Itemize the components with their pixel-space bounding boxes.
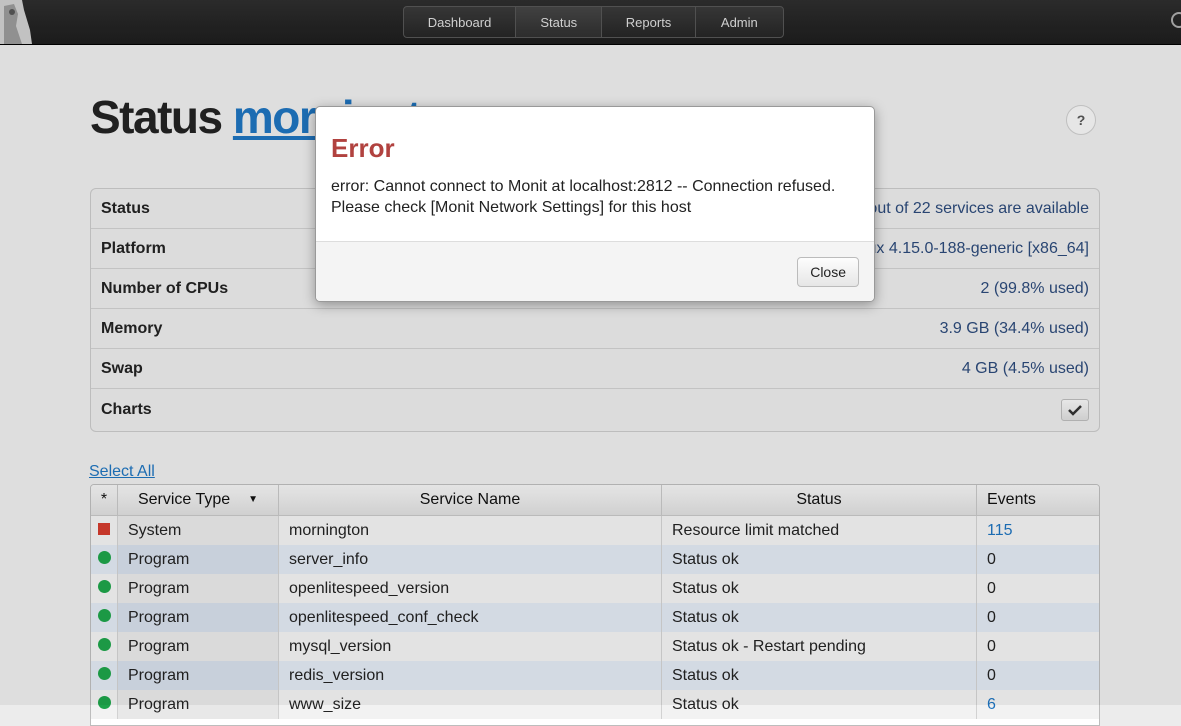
error-dialog: Error error: Cannot connect to Monit at … <box>315 106 875 302</box>
close-button[interactable]: Close <box>797 257 859 287</box>
dialog-message-line: Please check [Monit Network Settings] fo… <box>331 199 692 216</box>
dialog-body: Error error: Cannot connect to Monit at … <box>316 107 874 241</box>
dialog-message-line: error: Cannot connect to Monit at localh… <box>331 178 836 195</box>
dialog-title: Error <box>331 133 395 163</box>
dialog-footer: Close <box>316 241 874 301</box>
dialog-message: error: Cannot connect to Monit at localh… <box>331 176 859 218</box>
